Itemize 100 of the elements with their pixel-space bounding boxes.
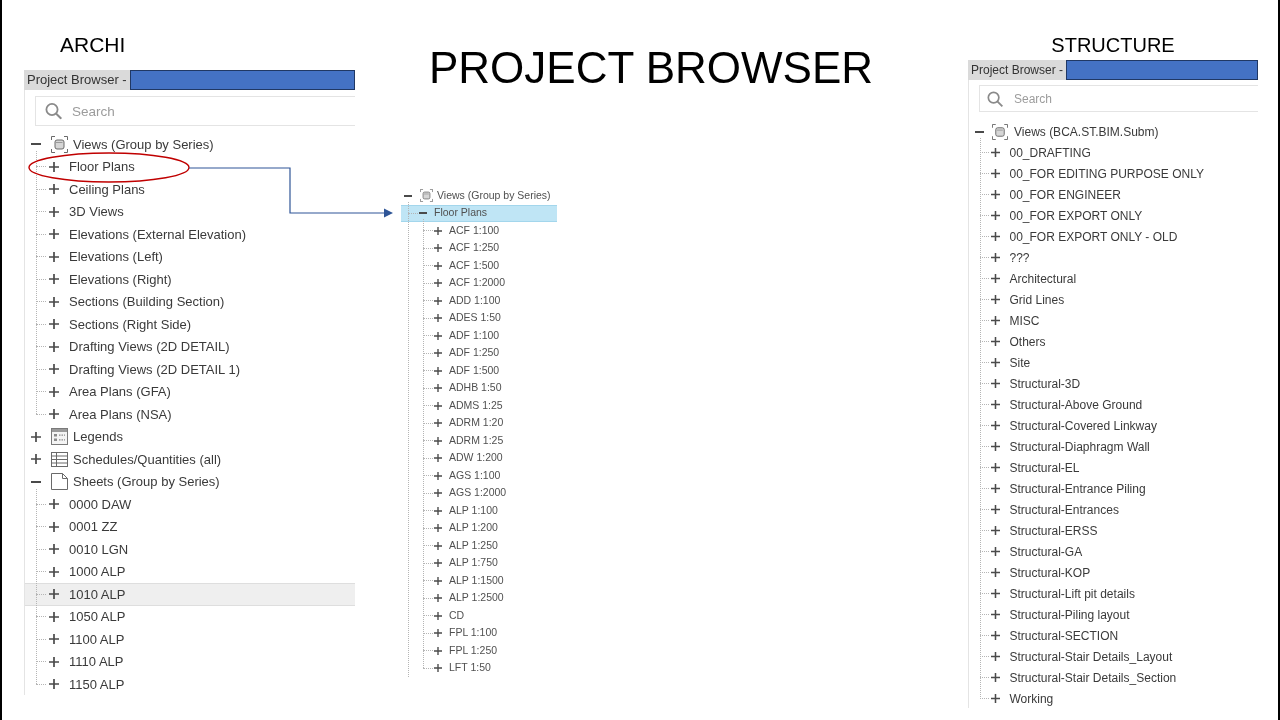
- expand-icon[interactable]: [990, 484, 1000, 493]
- tree-item[interactable]: AGS 1:2000: [401, 484, 507, 502]
- tree-item[interactable]: ALP 1:250: [401, 537, 498, 555]
- tree-item[interactable]: Structural-EL: [969, 457, 1080, 478]
- tree-item[interactable]: Structural-ERSS: [969, 520, 1098, 541]
- tree-item[interactable]: ADES 1:50: [401, 309, 501, 327]
- tree-item[interactable]: Schedules/Quantities (all): [25, 448, 222, 471]
- expand-icon[interactable]: [49, 206, 59, 217]
- expand-icon[interactable]: [49, 184, 59, 195]
- tree-item[interactable]: Structural-Stair Details_Layout: [969, 646, 1173, 667]
- tree-item[interactable]: Structural-Entrances: [969, 499, 1119, 520]
- search-field[interactable]: Search: [35, 96, 355, 126]
- expand-icon[interactable]: [31, 454, 41, 465]
- tree-item[interactable]: Grid Lines: [969, 289, 1065, 310]
- tree-item[interactable]: Area Plans (NSA): [25, 403, 172, 426]
- tree-item[interactable]: 00_FOR ENGINEER: [969, 184, 1121, 205]
- tree-item[interactable]: 00_DRAFTING: [969, 142, 1091, 163]
- tree-item[interactable]: 0001 ZZ: [25, 515, 118, 538]
- tree-item[interactable]: Structural-SECTION: [969, 625, 1119, 646]
- tree-item[interactable]: ACF 1:500: [401, 257, 500, 275]
- expand-icon[interactable]: [990, 295, 1000, 304]
- expand-icon[interactable]: [31, 431, 41, 442]
- tree-item[interactable]: 1110 ALP: [25, 650, 124, 673]
- tree-item[interactable]: 1150 ALP: [25, 673, 125, 696]
- collapse-icon[interactable]: [404, 194, 412, 197]
- expand-icon[interactable]: [990, 505, 1000, 514]
- expand-icon[interactable]: [990, 631, 1000, 640]
- expand-icon[interactable]: [49, 409, 59, 420]
- expand-icon[interactable]: [990, 526, 1000, 535]
- expand-icon[interactable]: [434, 629, 442, 638]
- expand-icon[interactable]: [49, 544, 59, 555]
- tree-item[interactable]: ???: [969, 247, 1030, 268]
- expand-icon[interactable]: [434, 401, 442, 410]
- expand-icon[interactable]: [434, 244, 442, 253]
- expand-icon[interactable]: [990, 652, 1000, 661]
- tree-item[interactable]: ALP 1:1500: [401, 572, 504, 590]
- tree-item[interactable]: Structural-Covered Linkway: [969, 415, 1157, 436]
- expand-icon[interactable]: [434, 664, 442, 673]
- tree-item[interactable]: ADD 1:100: [401, 292, 501, 310]
- expand-icon[interactable]: [49, 229, 59, 240]
- tree-item[interactable]: MISC: [969, 310, 1040, 331]
- expand-icon[interactable]: [434, 261, 442, 270]
- tree-item[interactable]: AGS 1:100: [401, 467, 501, 485]
- tree-item[interactable]: Elevations (External Elevation): [25, 223, 247, 246]
- expand-icon[interactable]: [990, 610, 1000, 619]
- expand-icon[interactable]: [990, 463, 1000, 472]
- tree-item[interactable]: ALP 1:100: [401, 502, 498, 520]
- tree-item[interactable]: Structural-GA: [969, 541, 1083, 562]
- expand-icon[interactable]: [434, 436, 442, 445]
- tree-item[interactable]: Structural-Above Ground: [969, 394, 1143, 415]
- expand-icon[interactable]: [990, 274, 1000, 283]
- expand-icon[interactable]: [990, 694, 1000, 703]
- tree-item[interactable]: Views (Group by Series): [401, 187, 551, 205]
- expand-icon[interactable]: [49, 251, 59, 262]
- expand-icon[interactable]: [49, 634, 59, 645]
- tree-item[interactable]: 00_FOR EDITING PURPOSE ONLY: [969, 163, 1204, 184]
- expand-icon[interactable]: [990, 316, 1000, 325]
- expand-icon[interactable]: [49, 341, 59, 352]
- expand-icon[interactable]: [49, 161, 59, 172]
- expand-icon[interactable]: [990, 169, 1000, 178]
- tree-item[interactable]: FPL 1:100: [401, 624, 498, 642]
- expand-icon[interactable]: [49, 499, 59, 510]
- tree-item[interactable]: ADHB 1:50: [401, 379, 502, 397]
- expand-icon[interactable]: [990, 358, 1000, 367]
- expand-icon[interactable]: [990, 589, 1000, 598]
- tree-item[interactable]: 3D Views: [25, 200, 124, 223]
- expand-icon[interactable]: [434, 384, 442, 393]
- expand-icon[interactable]: [990, 421, 1000, 430]
- tree-item[interactable]: ADMS 1:25: [401, 397, 503, 415]
- tree-item[interactable]: Architectural: [969, 268, 1077, 289]
- expand-icon[interactable]: [434, 296, 442, 305]
- expand-icon[interactable]: [434, 331, 442, 340]
- expand-icon[interactable]: [434, 454, 442, 463]
- expand-icon[interactable]: [49, 566, 59, 577]
- expand-icon[interactable]: [434, 646, 442, 655]
- expand-icon[interactable]: [434, 611, 442, 620]
- expand-icon[interactable]: [434, 314, 442, 323]
- tree-item[interactable]: Floor Plans: [401, 204, 557, 222]
- tree-item[interactable]: 0010 LGN: [25, 538, 129, 561]
- collapse-icon[interactable]: [975, 130, 984, 133]
- expand-icon[interactable]: [49, 319, 59, 330]
- expand-icon[interactable]: [49, 364, 59, 375]
- tree-item[interactable]: Working: [969, 688, 1054, 709]
- expand-icon[interactable]: [49, 386, 59, 397]
- tree-item[interactable]: ADF 1:500: [401, 362, 500, 380]
- tree-item[interactable]: 1100 ALP: [25, 628, 125, 651]
- tree-item[interactable]: Views (Group by Series): [25, 133, 214, 156]
- expand-icon[interactable]: [434, 524, 442, 533]
- expand-icon[interactable]: [990, 148, 1000, 157]
- tree-item[interactable]: CD: [401, 607, 465, 625]
- expand-icon[interactable]: [990, 442, 1000, 451]
- expand-icon[interactable]: [434, 489, 442, 498]
- tree-item[interactable]: 1000 ALP: [25, 560, 126, 583]
- expand-icon[interactable]: [49, 296, 59, 307]
- tree-item[interactable]: Drafting Views (2D DETAIL 1): [25, 358, 240, 381]
- collapse-icon[interactable]: [31, 480, 41, 483]
- expand-icon[interactable]: [49, 611, 59, 622]
- tree-item[interactable]: ACF 1:250: [401, 239, 500, 257]
- tree-item[interactable]: Ceiling Plans: [25, 178, 145, 201]
- expand-icon[interactable]: [990, 673, 1000, 682]
